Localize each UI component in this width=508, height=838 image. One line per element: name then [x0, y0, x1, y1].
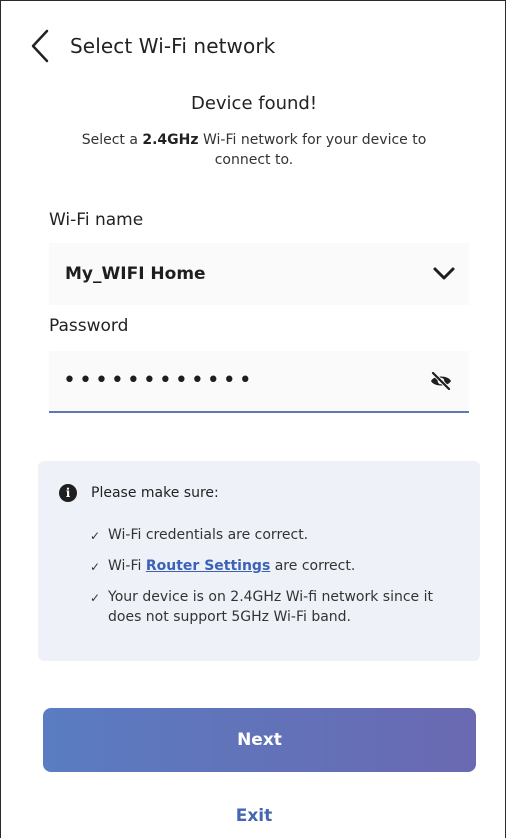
notice-title: Please make sure: — [91, 485, 219, 501]
notice-header: i Please make sure: — [59, 484, 219, 502]
notice-item-prefix: Wi-Fi — [108, 558, 146, 574]
password-field[interactable]: •••••••••••• — [49, 351, 469, 413]
wifi-name-value: My_WIFI Home — [65, 264, 206, 284]
notice-item-suffix: are correct. — [270, 558, 356, 574]
info-icon: i — [59, 484, 77, 502]
subtitle-prefix: Select a — [81, 132, 143, 148]
subtitle-band: 2.4GHz — [142, 132, 199, 148]
subtitle-suffix: Wi-Fi network for your device to connect… — [198, 132, 427, 168]
notice-item-text: Your device is on 2.4GHz Wi-fi network s… — [108, 589, 433, 625]
list-item: ✓ Your device is on 2.4GHz Wi-fi network… — [90, 587, 470, 627]
wifi-name-label: Wi-Fi name — [49, 210, 144, 230]
header: Select Wi-Fi network — [28, 26, 488, 66]
page-title: Select Wi-Fi network — [70, 34, 276, 58]
password-label: Password — [49, 316, 129, 336]
notice-list: ✓ Wi-Fi credentials are correct. ✓ Wi-Fi… — [90, 525, 470, 637]
next-button[interactable]: Next — [43, 708, 476, 772]
device-found-title: Device found! — [190, 93, 318, 114]
notice-box: i Please make sure: ✓ Wi-Fi credentials … — [38, 461, 480, 661]
wifi-name-select[interactable]: My_WIFI Home — [49, 243, 469, 305]
toggle-password-visibility-button[interactable] — [427, 367, 455, 395]
notice-item-text: Wi-Fi Router Settings are correct. — [108, 556, 355, 577]
router-settings-link[interactable]: Router Settings — [146, 558, 270, 574]
back-button[interactable] — [28, 26, 52, 66]
notice-item-text: Wi-Fi credentials are correct. — [108, 527, 309, 543]
exit-button[interactable]: Exit — [0, 806, 508, 826]
device-found-subtitle: Select a 2.4GHz Wi-Fi network for your d… — [60, 130, 448, 170]
chevron-down-icon — [433, 267, 455, 280]
eye-off-icon — [431, 371, 451, 391]
check-icon: ✓ — [90, 560, 101, 574]
list-item: ✓ Wi-Fi Router Settings are correct. — [90, 556, 470, 577]
check-icon: ✓ — [90, 591, 101, 605]
check-icon: ✓ — [90, 529, 101, 543]
password-value: •••••••••••• — [63, 368, 255, 393]
list-item: ✓ Wi-Fi credentials are correct. — [90, 525, 470, 546]
chevron-left-icon — [31, 29, 49, 63]
